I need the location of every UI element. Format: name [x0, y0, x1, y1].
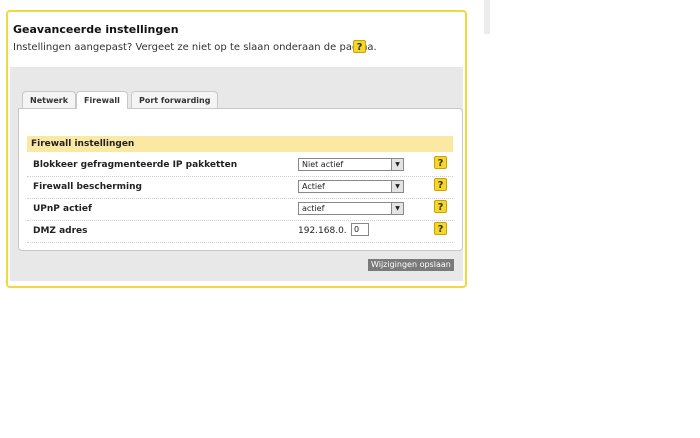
- page-subtitle: Instellingen aangepast? Vergeet ze niet …: [13, 42, 377, 53]
- page-title: Geavanceerde instellingen: [13, 23, 179, 36]
- setting-label: Blokkeer gefragmenteerde IP pakketten: [33, 160, 238, 170]
- chevron-down-icon[interactable]: ▼: [391, 159, 403, 170]
- settings-container: Netwerk Firewall Port forwarding Firewal…: [10, 67, 463, 281]
- tab-firewall[interactable]: Firewall: [76, 91, 128, 109]
- scrollbar-fragment: [484, 0, 490, 34]
- save-button[interactable]: Wijzigingen opslaan: [368, 259, 454, 271]
- tab-content: Firewall instellingen Blokkeer gefragmen…: [18, 108, 463, 251]
- help-icon[interactable]: ?: [434, 222, 447, 235]
- chevron-down-icon[interactable]: ▼: [391, 181, 403, 192]
- dmz-ip-prefix: 192.168.0.: [298, 226, 347, 236]
- setting-row-dmz: DMZ adres 192.168.0. 0 ?: [27, 220, 453, 243]
- setting-label: Firewall bescherming: [33, 182, 142, 192]
- upnp-select[interactable]: actief ▼: [298, 202, 404, 215]
- setting-row-firewall: Firewall bescherming Actief ▼ ?: [27, 176, 453, 199]
- tab-netwerk[interactable]: Netwerk: [22, 91, 77, 108]
- help-icon[interactable]: ?: [434, 156, 447, 169]
- help-icon[interactable]: ?: [353, 40, 366, 53]
- setting-row-fragmented-ip: Blokkeer gefragmenteerde IP pakketten Ni…: [27, 154, 453, 177]
- tab-port-forwarding[interactable]: Port forwarding: [131, 91, 219, 108]
- dmz-ip-input[interactable]: 0: [351, 223, 369, 236]
- select-value: actief: [302, 204, 325, 213]
- settings-panel: Geavanceerde instellingen Instellingen a…: [6, 10, 467, 288]
- help-icon[interactable]: ?: [434, 200, 447, 213]
- help-icon[interactable]: ?: [434, 178, 447, 191]
- setting-label: UPnP actief: [33, 204, 92, 214]
- firewall-select[interactable]: Actief ▼: [298, 180, 404, 193]
- setting-label: DMZ adres: [33, 226, 88, 236]
- section-header: Firewall instellingen: [27, 136, 453, 152]
- fragmented-ip-select[interactable]: Niet actief ▼: [298, 158, 404, 171]
- select-value: Actief: [302, 182, 325, 191]
- chevron-down-icon[interactable]: ▼: [391, 203, 403, 214]
- setting-row-upnp: UPnP actief actief ▼ ?: [27, 198, 453, 221]
- select-value: Niet actief: [302, 160, 344, 169]
